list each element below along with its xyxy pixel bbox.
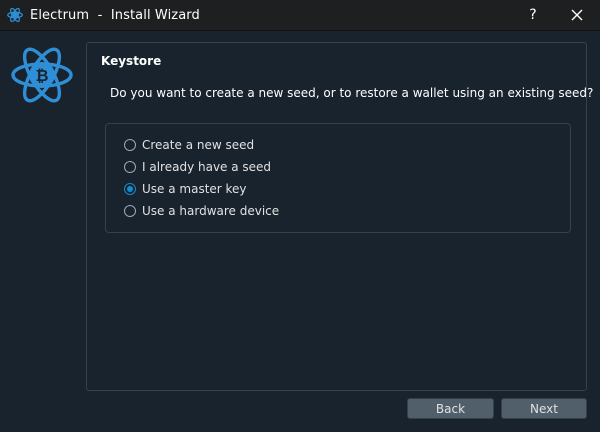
radio-button[interactable] (124, 161, 136, 173)
option-master-key[interactable]: Use a master key (124, 180, 247, 198)
option-label: Use a hardware device (142, 204, 280, 218)
panel-title: Keystore (101, 54, 162, 68)
option-label: Create a new seed (142, 138, 255, 152)
help-button[interactable]: ? (518, 0, 548, 30)
option-create-new-seed[interactable]: Create a new seed (124, 136, 254, 154)
keystore-question: Do you want to create a new seed, or to … (110, 86, 594, 100)
close-button[interactable] (560, 0, 594, 30)
radio-button-selected[interactable] (124, 183, 136, 195)
install-wizard-window: Electrum - Install Wizard ? ₿ Keystore D… (0, 0, 600, 432)
option-have-seed[interactable]: I already have a seed (124, 158, 271, 176)
option-label: Use a master key (142, 182, 247, 196)
next-button[interactable]: Next (501, 398, 587, 419)
svg-text:₿: ₿ (35, 66, 48, 85)
electrum-app-icon (7, 7, 23, 23)
electrum-logo-icon: ₿ (10, 43, 74, 107)
option-label: I already have a seed (142, 160, 272, 174)
window-title: Electrum - Install Wizard (30, 7, 200, 23)
option-hardware-device[interactable]: Use a hardware device (124, 202, 279, 220)
radio-button[interactable] (124, 139, 136, 151)
close-icon (571, 6, 583, 25)
title-bar[interactable]: Electrum - Install Wizard ? (0, 0, 600, 31)
back-button[interactable]: Back (407, 398, 494, 419)
keystore-panel: Keystore Do you want to create a new see… (86, 42, 593, 391)
radio-button[interactable] (124, 205, 136, 217)
keystore-options-group: Create a new seed I already have a seed … (105, 123, 571, 233)
